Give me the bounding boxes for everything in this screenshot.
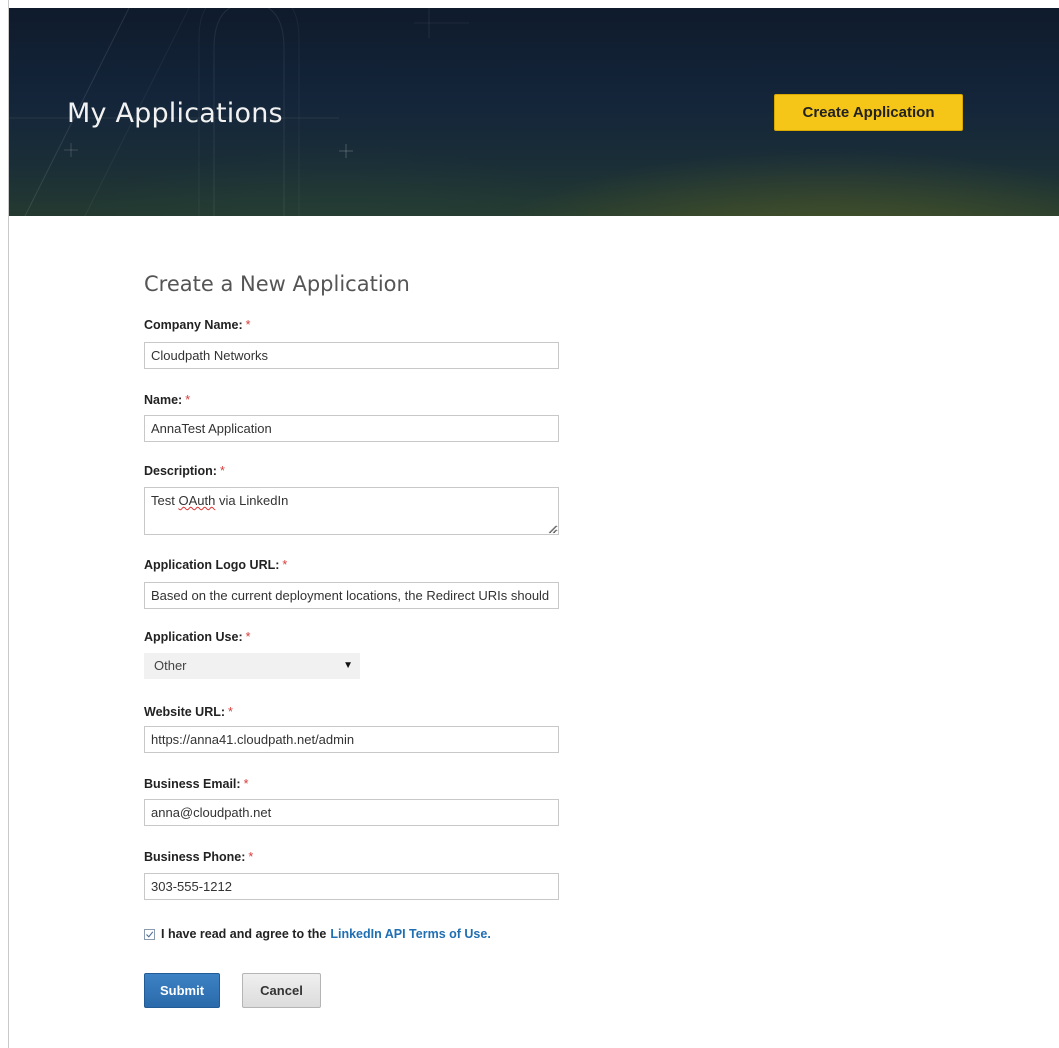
business-phone-label-text: Business Phone: [144,850,246,864]
api-terms-link[interactable]: LinkedIn API Terms of Use. [330,927,490,941]
required-marker: * [248,850,254,864]
description-text-suffix: via LinkedIn [215,493,289,508]
description-label: Description: * [144,464,225,478]
business-email-input[interactable] [144,799,559,826]
page: My Applications Create Application Creat… [0,0,1059,1048]
terms-checkbox[interactable] [144,928,155,940]
business-email-label-text: Business Email: [144,777,241,791]
left-edge-border [0,0,9,1048]
terms-agreement-row: I have read and agree to the LinkedIn AP… [144,925,491,943]
cancel-button[interactable]: Cancel [242,973,321,1008]
application-use-selected: Other [154,658,187,673]
business-phone-label: Business Phone: * [144,850,253,864]
application-use-select[interactable]: Other ▼ [144,653,360,679]
required-marker: * [185,393,191,407]
name-input[interactable] [144,415,559,442]
website-url-label: Website URL: * [144,705,233,719]
required-marker: * [228,705,233,719]
description-text-prefix: Test [151,493,179,508]
company-name-input[interactable] [144,342,559,369]
header-banner: My Applications Create Application [9,8,1059,216]
website-url-label-text: Website URL: [144,705,226,719]
page-title: My Applications [67,98,283,129]
create-application-button[interactable]: Create Application [774,94,963,131]
terms-agreement-text: I have read and agree to the [161,927,327,941]
top-strip [0,0,1059,8]
business-phone-input[interactable] [144,873,559,900]
business-email-label: Business Email: * [144,777,248,791]
checkmark-icon [146,930,154,938]
company-name-label: Company Name: * [144,318,251,332]
logo-url-label: Application Logo URL: * [144,558,287,572]
application-use-label-text: Application Use: [144,630,243,644]
required-marker: * [245,630,251,644]
description-label-text: Description: [144,464,217,478]
create-application-form: Create a New Application Company Name: * … [144,270,564,1008]
name-label: Name: * [144,393,190,407]
triangle-down-icon: ▼ [343,660,353,671]
required-marker: * [245,318,251,332]
logo-url-input[interactable] [144,582,559,609]
name-label-text: Name: [144,393,183,407]
application-use-label: Application Use: * [144,630,251,644]
required-marker: * [243,777,249,791]
required-marker: * [219,464,225,478]
form-title: Create a New Application [144,272,410,296]
submit-button[interactable]: Submit [144,973,220,1008]
company-name-label-text: Company Name: [144,318,243,332]
website-url-input[interactable] [144,726,559,753]
description-textarea[interactable]: Test OAuth via LinkedIn [144,487,559,535]
logo-url-label-text: Application Logo URL: [144,558,280,572]
description-misspelled-word: OAuth [178,493,216,508]
required-marker: * [282,558,288,572]
